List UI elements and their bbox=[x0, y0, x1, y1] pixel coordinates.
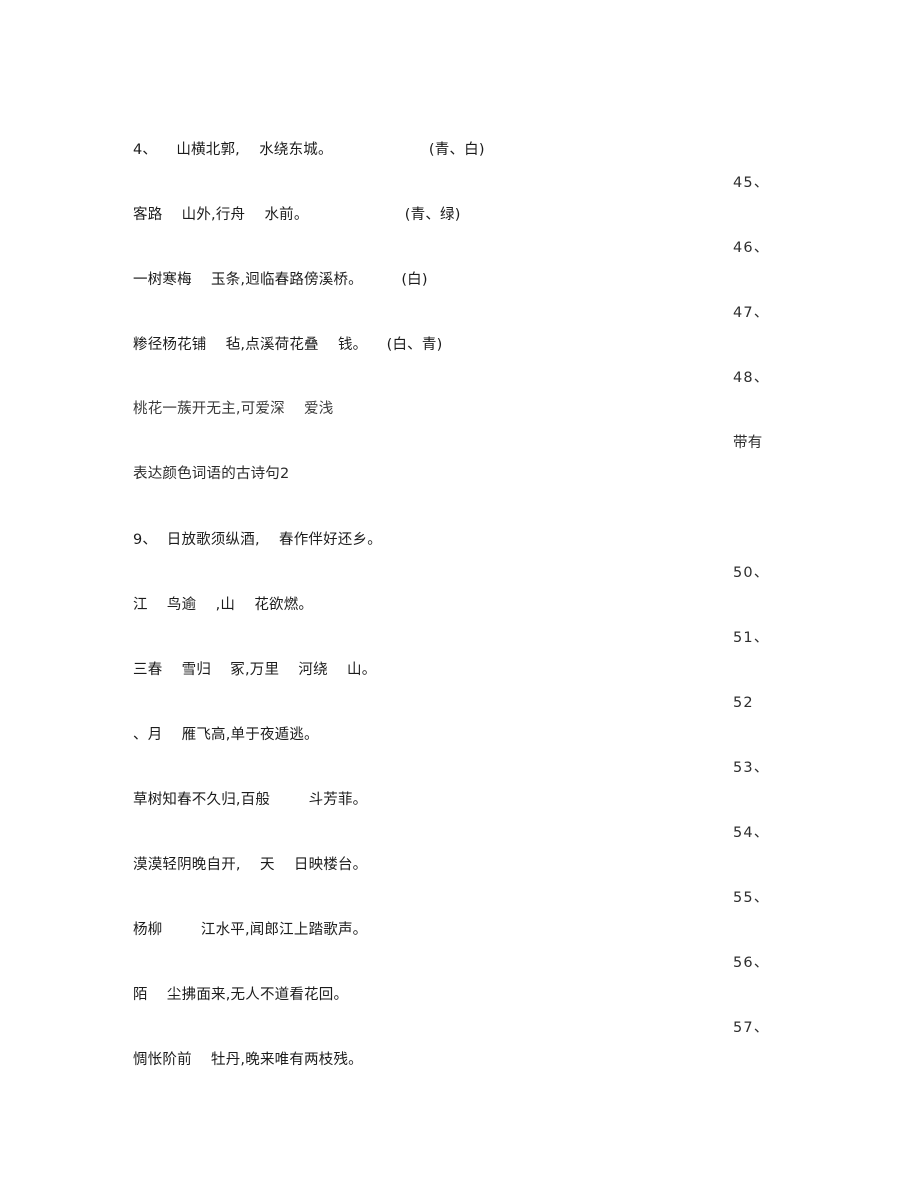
poem-line: 杨柳 江水平,闻郎江上踏歌声。 bbox=[133, 922, 368, 938]
item-number: 45、 bbox=[733, 175, 770, 191]
item-text-fragment: 带有 bbox=[733, 435, 763, 451]
poem-line: 陌 尘拂面来,无人不道看花回。 bbox=[133, 987, 349, 1003]
item-number: 47、 bbox=[733, 305, 770, 321]
poem-line: 9、 日放歌须纵酒, 春作伴好还乡。 bbox=[133, 532, 382, 548]
item-number: 51、 bbox=[733, 630, 770, 646]
poem-line: 江 鸟逾 ,山 花欲燃。 bbox=[133, 597, 314, 613]
item-number: 46、 bbox=[733, 240, 770, 256]
item-number: 53、 bbox=[733, 760, 770, 776]
document-body: 4、 山横北郭, 水绕东城。 (青、白) 客路 山外,行舟 水前。 (青、绿) … bbox=[0, 0, 920, 1191]
poem-line: 糁径杨花铺 毡,点溪荷花叠 钱。 (白、青) bbox=[133, 337, 443, 353]
poem-line: 三春 雪归 冢,万里 河绕 山。 bbox=[133, 662, 377, 678]
poem-line: 4、 山横北郭, 水绕东城。 (青、白) bbox=[133, 142, 485, 158]
poem-line: 桃花一蔟开无主,可爱深 爱浅 bbox=[133, 401, 334, 417]
item-number: 48、 bbox=[733, 370, 770, 386]
poem-line: 惆怅阶前 牡丹,晚来唯有两枝残。 bbox=[133, 1052, 363, 1068]
section-title: 表达颜色词语的古诗句2 bbox=[133, 466, 290, 482]
poem-line: 、月 雁飞高,单于夜遁逃。 bbox=[133, 727, 319, 743]
poem-line: 漠漠轻阴晚自开, 天 日映楼台。 bbox=[133, 857, 368, 873]
item-number: 56、 bbox=[733, 955, 770, 971]
item-number: 55、 bbox=[733, 890, 770, 906]
item-number: 54、 bbox=[733, 825, 770, 841]
poem-line: 一树寒梅 玉条,迥临春路傍溪桥。 (白) bbox=[133, 272, 428, 288]
item-number: 57、 bbox=[733, 1020, 770, 1036]
poem-line: 客路 山外,行舟 水前。 (青、绿) bbox=[133, 207, 461, 223]
item-number: 50、 bbox=[733, 565, 770, 581]
poem-line: 草树知春不久归,百般 斗芳菲。 bbox=[133, 792, 368, 808]
item-number: 52 bbox=[733, 695, 754, 711]
document-page: 4、 山横北郭, 水绕东城。 (青、白) 客路 山外,行舟 水前。 (青、绿) … bbox=[0, 0, 920, 1191]
